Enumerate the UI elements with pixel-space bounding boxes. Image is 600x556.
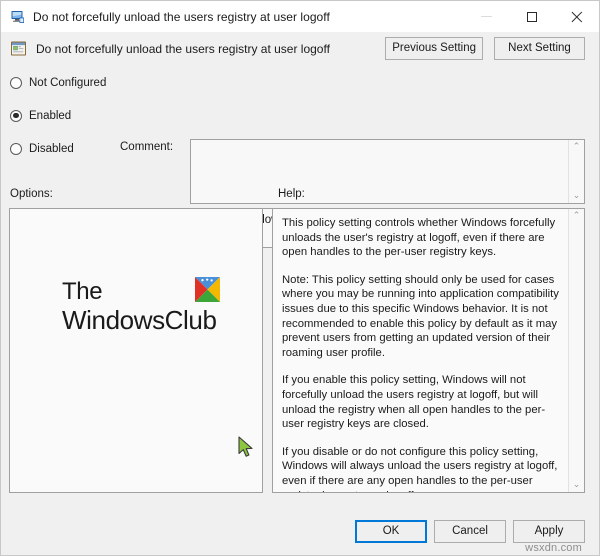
help-panel[interactable]: This policy setting controls whether Win… xyxy=(272,208,585,493)
help-text-content: This policy setting controls whether Win… xyxy=(273,209,567,492)
title-bar: Do not forcefully unload the users regis… xyxy=(1,1,599,32)
window-title: Do not forcefully unload the users regis… xyxy=(33,9,330,24)
scroll-up-icon[interactable]: ⌃ xyxy=(573,209,581,223)
policy-setting-dialog: Do not forcefully unload the users regis… xyxy=(0,0,600,556)
watermark-text: The WindowsClub xyxy=(62,277,217,335)
next-setting-button[interactable]: Next Setting xyxy=(494,37,585,60)
help-scrollbar[interactable]: ⌃ ⌄ xyxy=(568,209,584,492)
help-paragraph: This policy setting controls whether Win… xyxy=(282,217,556,259)
cancel-button[interactable]: Cancel xyxy=(434,520,506,543)
options-panel[interactable]: The WindowsClub xyxy=(9,208,263,493)
radio-not-configured-indicator xyxy=(10,76,22,89)
radio-not-configured[interactable]: Not Configured xyxy=(10,71,130,94)
policy-setting-icon xyxy=(10,40,28,57)
policy-name: Do not forcefully unload the users regis… xyxy=(36,41,330,56)
dialog-footer: OK Cancel Apply wsxdn.com xyxy=(1,511,599,555)
options-label: Options: xyxy=(10,188,53,200)
help-label: Help: xyxy=(278,188,305,200)
monitor-policy-icon xyxy=(10,9,26,25)
panels-region: The WindowsClub This policy setting cont… xyxy=(1,208,599,511)
policy-state-radio-group: Not Configured Enabled Disabled xyxy=(10,71,130,170)
help-paragraph: Note: This policy setting should only be… xyxy=(282,273,559,359)
help-paragraph: If you enable this policy setting, Windo… xyxy=(282,374,546,431)
radio-not-configured-label: Not Configured xyxy=(29,76,107,89)
radio-enabled-indicator xyxy=(10,109,22,122)
radio-enabled-label: Enabled xyxy=(29,109,72,122)
thewindowsclub-watermark: The WindowsClub xyxy=(62,277,232,337)
close-button[interactable] xyxy=(554,1,599,32)
ok-button[interactable]: OK xyxy=(355,520,427,543)
radio-disabled[interactable]: Disabled xyxy=(10,137,130,160)
footer-buttons: OK Cancel Apply xyxy=(355,520,585,543)
site-watermark: wsxdn.com xyxy=(525,542,582,554)
previous-setting-button[interactable]: Previous Setting xyxy=(385,37,483,60)
minimize-icon xyxy=(481,16,492,17)
help-paragraph: If you disable or do not configure this … xyxy=(282,445,558,492)
watermark-line2: WindowsClub xyxy=(62,305,217,335)
state-and-metadata-region: Not Configured Enabled Disabled Comment:… xyxy=(1,65,599,248)
scroll-up-icon[interactable]: ⌃ xyxy=(573,140,581,154)
close-icon xyxy=(570,10,583,23)
watermark-line1: The xyxy=(62,278,103,305)
apply-button[interactable]: Apply xyxy=(513,520,585,543)
window-controls xyxy=(464,1,599,32)
maximize-icon xyxy=(526,11,537,22)
panel-labels-row: Options: Help: xyxy=(1,182,599,208)
comment-value xyxy=(191,140,584,148)
radio-enabled[interactable]: Enabled xyxy=(10,104,130,127)
maximize-button[interactable] xyxy=(509,1,554,32)
comment-label: Comment: xyxy=(120,141,174,153)
radio-disabled-label: Disabled xyxy=(29,142,74,155)
mouse-pointer-icon xyxy=(238,436,255,459)
minimize-button[interactable] xyxy=(464,1,509,32)
policy-header-row: Do not forcefully unload the users regis… xyxy=(1,32,599,65)
radio-disabled-indicator xyxy=(10,142,22,155)
pinwheel-logo-icon xyxy=(195,277,220,302)
scroll-down-icon[interactable]: ⌄ xyxy=(573,478,581,492)
setting-navigation: Previous Setting Next Setting xyxy=(385,37,585,60)
